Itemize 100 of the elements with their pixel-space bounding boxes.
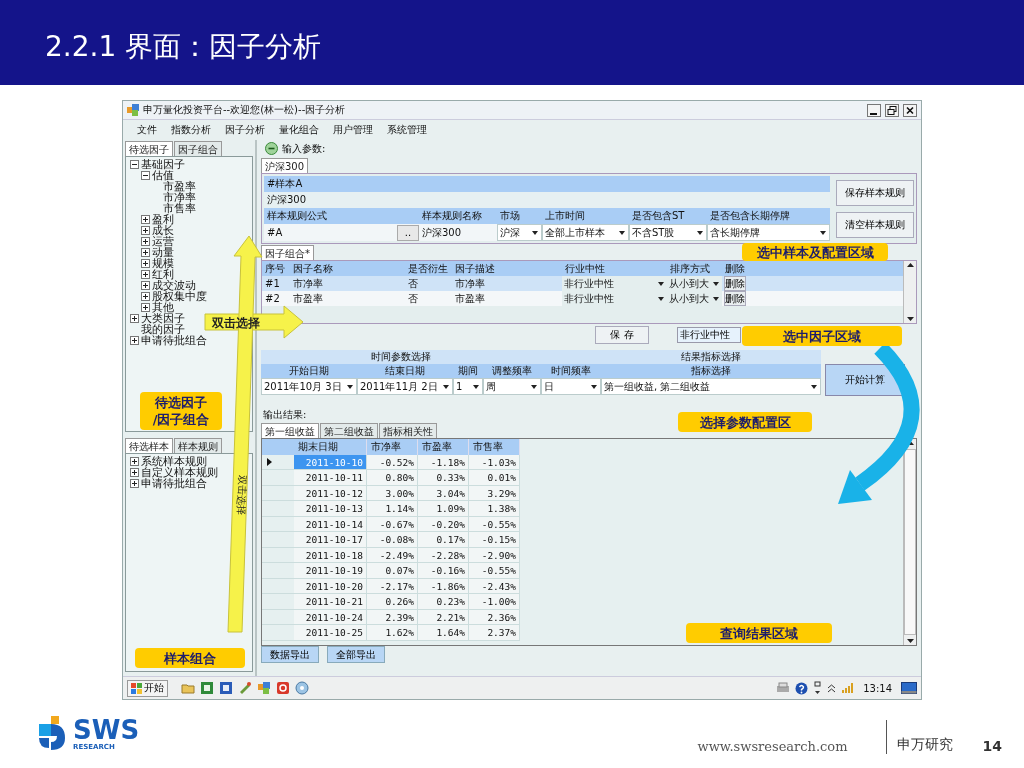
- save-button[interactable]: 保 存: [595, 326, 649, 344]
- menu-item[interactable]: 量化组合: [279, 123, 319, 137]
- tree-item[interactable]: 系统样本规则: [141, 456, 207, 467]
- tree-item[interactable]: 盈利: [152, 214, 174, 225]
- tree-item[interactable]: 自定义样本规则: [141, 467, 218, 478]
- tab[interactable]: 指标相关性: [379, 423, 437, 438]
- reader-icon[interactable]: [276, 681, 290, 695]
- menu-item[interactable]: 文件: [137, 123, 157, 137]
- expand-icon[interactable]: [130, 314, 139, 323]
- tab[interactable]: 待选因子: [125, 141, 173, 156]
- export-button[interactable]: 数据导出: [261, 646, 319, 663]
- page-number: 14: [982, 738, 1002, 754]
- expand-icon[interactable]: [130, 336, 139, 345]
- tab[interactable]: 第一组收益: [261, 423, 319, 438]
- scrollbar[interactable]: [903, 261, 916, 323]
- tab[interactable]: 因子组合*: [261, 245, 314, 260]
- restore-icon[interactable]: [813, 681, 823, 695]
- collapse-icon[interactable]: [130, 160, 139, 169]
- menu-item[interactable]: 指数分析: [171, 123, 211, 137]
- export-button[interactable]: 全部导出: [327, 646, 385, 663]
- dropdown[interactable]: 日: [541, 378, 601, 395]
- tree-item[interactable]: 市盈率: [163, 181, 196, 192]
- tree-item[interactable]: 市售率: [163, 203, 196, 214]
- tab[interactable]: 待选样本: [125, 438, 173, 453]
- dropdown[interactable]: 含长期停牌: [707, 224, 830, 241]
- dropdown[interactable]: 沪深: [497, 224, 542, 241]
- tree-item[interactable]: 运营: [152, 236, 174, 247]
- dropdown[interactable]: 2011年10月 3日: [261, 378, 357, 395]
- expand-icon[interactable]: [141, 237, 150, 246]
- spreadsheet-icon[interactable]: [200, 681, 214, 695]
- menu-item[interactable]: 系统管理: [387, 123, 427, 137]
- chevron-icon[interactable]: [827, 683, 837, 693]
- text-field[interactable]: 非行业中性: [677, 327, 741, 343]
- expand-icon[interactable]: [130, 468, 139, 477]
- table-cell: 0.01%: [469, 470, 520, 486]
- tree-item[interactable]: 动量: [152, 247, 174, 258]
- tree-item[interactable]: 估值: [152, 170, 174, 181]
- collapse-icon[interactable]: [141, 171, 150, 180]
- tree-item[interactable]: 基础因子: [141, 159, 185, 170]
- tree-item[interactable]: 大类因子: [141, 313, 185, 324]
- browse-button[interactable]: ..: [397, 224, 419, 241]
- tree-item[interactable]: 股权集中度: [152, 291, 207, 302]
- folder-icon[interactable]: [181, 681, 195, 695]
- restore-icon[interactable]: [885, 103, 899, 117]
- collapse-icon[interactable]: [265, 142, 278, 155]
- expand-icon[interactable]: [141, 270, 150, 279]
- expand-icon[interactable]: [141, 281, 150, 290]
- start-button[interactable]: 开始: [127, 679, 168, 697]
- dropdown[interactable]: 非行业中性: [562, 276, 667, 291]
- expand-icon[interactable]: [141, 259, 150, 268]
- scroll-down-icon[interactable]: [905, 637, 915, 645]
- tree-item[interactable]: 红利: [152, 269, 174, 280]
- scroll-thumb[interactable]: [904, 449, 916, 635]
- expand-icon[interactable]: [141, 215, 150, 224]
- dropdown[interactable]: 第一组收益, 第二组收益: [601, 378, 821, 395]
- scroll-down-icon[interactable]: [905, 315, 915, 323]
- help-icon[interactable]: [795, 681, 809, 695]
- tab[interactable]: 第二组收益: [320, 423, 378, 438]
- caret-icon: [811, 384, 817, 389]
- close-icon[interactable]: [903, 103, 917, 117]
- tree-item[interactable]: 我的因子: [141, 324, 185, 335]
- expand-icon[interactable]: [130, 479, 139, 488]
- document-icon[interactable]: [219, 681, 233, 695]
- dropdown[interactable]: 非行业中性: [562, 291, 667, 306]
- footer-text: 申万研究: [896, 736, 953, 754]
- tree-item[interactable]: 规模: [152, 258, 174, 269]
- menu-item[interactable]: 因子分析: [225, 123, 265, 137]
- caret-icon: [619, 230, 625, 235]
- desktop-icon[interactable]: [901, 682, 917, 694]
- scroll-up-icon[interactable]: [905, 261, 915, 269]
- disc-icon[interactable]: [295, 681, 309, 695]
- action-button[interactable]: 清空样本规则: [836, 212, 914, 238]
- menu-item[interactable]: 用户管理: [333, 123, 373, 137]
- dropdown[interactable]: 周: [483, 378, 541, 395]
- tree-item[interactable]: 申请待批组合: [141, 335, 207, 346]
- delete-button[interactable]: 删除: [724, 291, 746, 306]
- table-cell: 0.26%: [367, 594, 418, 610]
- tree-item[interactable]: 其他: [152, 302, 174, 313]
- scrollbar[interactable]: [903, 439, 916, 645]
- expand-icon[interactable]: [141, 303, 150, 312]
- dropdown[interactable]: 1: [453, 378, 483, 395]
- tab[interactable]: 沪深300: [261, 158, 309, 173]
- tree-item[interactable]: 成交波动: [152, 280, 196, 291]
- expand-icon[interactable]: [141, 292, 150, 301]
- dropdown[interactable]: 全部上市样本: [542, 224, 629, 241]
- dropdown[interactable]: 不含ST股: [629, 224, 707, 241]
- tab[interactable]: 样本规则: [174, 438, 222, 453]
- expand-icon[interactable]: [141, 248, 150, 257]
- action-button[interactable]: 保存样本规则: [836, 180, 914, 206]
- tab[interactable]: 因子组合: [174, 141, 222, 156]
- expand-icon[interactable]: [141, 226, 150, 235]
- dropdown[interactable]: 2011年11月 2日: [357, 378, 453, 395]
- tree-item[interactable]: 申请待批组合: [141, 478, 207, 489]
- tree-item[interactable]: 成长: [152, 225, 174, 236]
- tool-icon[interactable]: [238, 681, 252, 695]
- tree-item[interactable]: 市净率: [163, 192, 196, 203]
- expand-icon[interactable]: [130, 457, 139, 466]
- minimize-icon[interactable]: [867, 103, 881, 117]
- window-icon[interactable]: [257, 681, 271, 695]
- delete-button[interactable]: 删除: [724, 276, 746, 291]
